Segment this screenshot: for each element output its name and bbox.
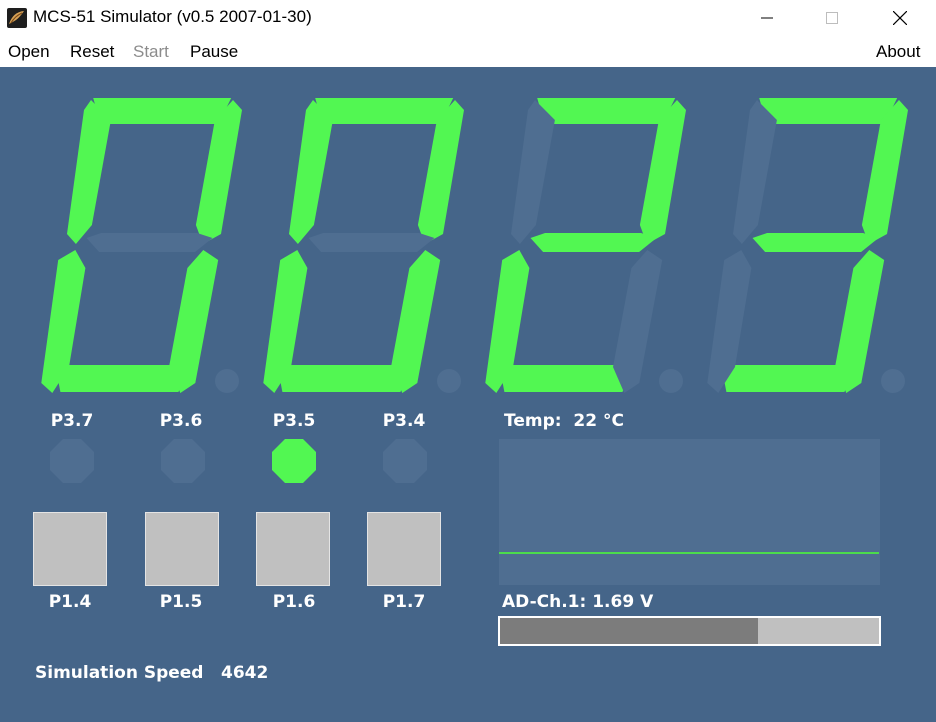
window-title: MCS-51 Simulator (v0.5 2007-01-30)	[33, 7, 312, 26]
temperature-graph	[499, 439, 880, 585]
segment-g	[86, 233, 213, 252]
led-p3-5	[272, 439, 316, 483]
segment-g	[308, 233, 435, 252]
simulator-panel: P3.7 P3.6 P3.5 P3.4 P1.4 P1.5 P1.6 P1.7 …	[0, 67, 936, 722]
seven-segment-display	[41, 98, 908, 393]
segment-g	[530, 233, 657, 252]
button-label-p1-6: P1.6	[272, 592, 316, 612]
led-label-p3-7: P3.7	[50, 411, 94, 431]
button-label-p1-5: P1.5	[159, 592, 203, 612]
decimal-point	[437, 369, 461, 393]
led-label-p3-4: P3.4	[382, 411, 426, 431]
button-p1-6[interactable]	[256, 512, 330, 586]
adc-label: AD-Ch.1: 1.69 V	[502, 592, 654, 612]
maximize-button[interactable]	[809, 0, 855, 36]
led-p3-7	[50, 439, 94, 483]
decimal-point	[881, 369, 905, 393]
temperature-label: Temp: 22 °C	[504, 411, 624, 431]
led-p3-4	[383, 439, 427, 483]
segment-a	[537, 98, 676, 124]
adc-level-fill	[500, 618, 758, 644]
close-icon	[893, 11, 907, 25]
segment-f	[289, 100, 333, 244]
led-p3-6	[161, 439, 205, 483]
decimal-point	[215, 369, 239, 393]
temperature-trace	[499, 552, 879, 554]
simulation-speed-label: Simulation Speed	[35, 663, 204, 683]
segment-a	[315, 98, 454, 124]
led-label-p3-5: P3.5	[272, 411, 316, 431]
adc-slider[interactable]	[498, 616, 881, 646]
segment-c	[169, 250, 219, 393]
menu-pause[interactable]: Pause	[190, 42, 238, 62]
button-p1-7[interactable]	[367, 512, 441, 586]
menu-start[interactable]: Start	[133, 42, 169, 62]
button-label-p1-4: P1.4	[48, 592, 92, 612]
digit-3	[485, 98, 686, 393]
close-button[interactable]	[877, 0, 923, 36]
button-p1-4[interactable]	[33, 512, 107, 586]
simulation-speed-value: 4642	[221, 663, 269, 683]
menu-bar: Open Reset Start Pause About	[0, 36, 936, 67]
button-p1-5[interactable]	[145, 512, 219, 586]
segment-f	[511, 100, 555, 244]
minimize-icon	[761, 17, 773, 19]
digit-2	[263, 98, 464, 393]
segment-c	[391, 250, 441, 393]
led-label-p3-6: P3.6	[159, 411, 203, 431]
title-bar: MCS-51 Simulator (v0.5 2007-01-30)	[0, 0, 936, 36]
segment-c	[835, 250, 885, 393]
maximize-icon	[826, 12, 838, 24]
menu-open[interactable]: Open	[8, 42, 50, 62]
segment-g	[752, 233, 879, 252]
app-icon	[7, 8, 27, 28]
segment-f	[67, 100, 111, 244]
digit-4	[707, 98, 908, 393]
segment-a	[93, 98, 232, 124]
minimize-button[interactable]	[744, 0, 790, 36]
button-label-p1-7: P1.7	[382, 592, 426, 612]
segment-a	[759, 98, 898, 124]
segment-f	[733, 100, 777, 244]
digit-1	[41, 98, 242, 393]
segment-c	[613, 250, 663, 393]
menu-reset[interactable]: Reset	[70, 42, 114, 62]
decimal-point	[659, 369, 683, 393]
menu-about[interactable]: About	[876, 42, 920, 62]
simulator-window: MCS-51 Simulator (v0.5 2007-01-30) Open …	[0, 0, 936, 722]
